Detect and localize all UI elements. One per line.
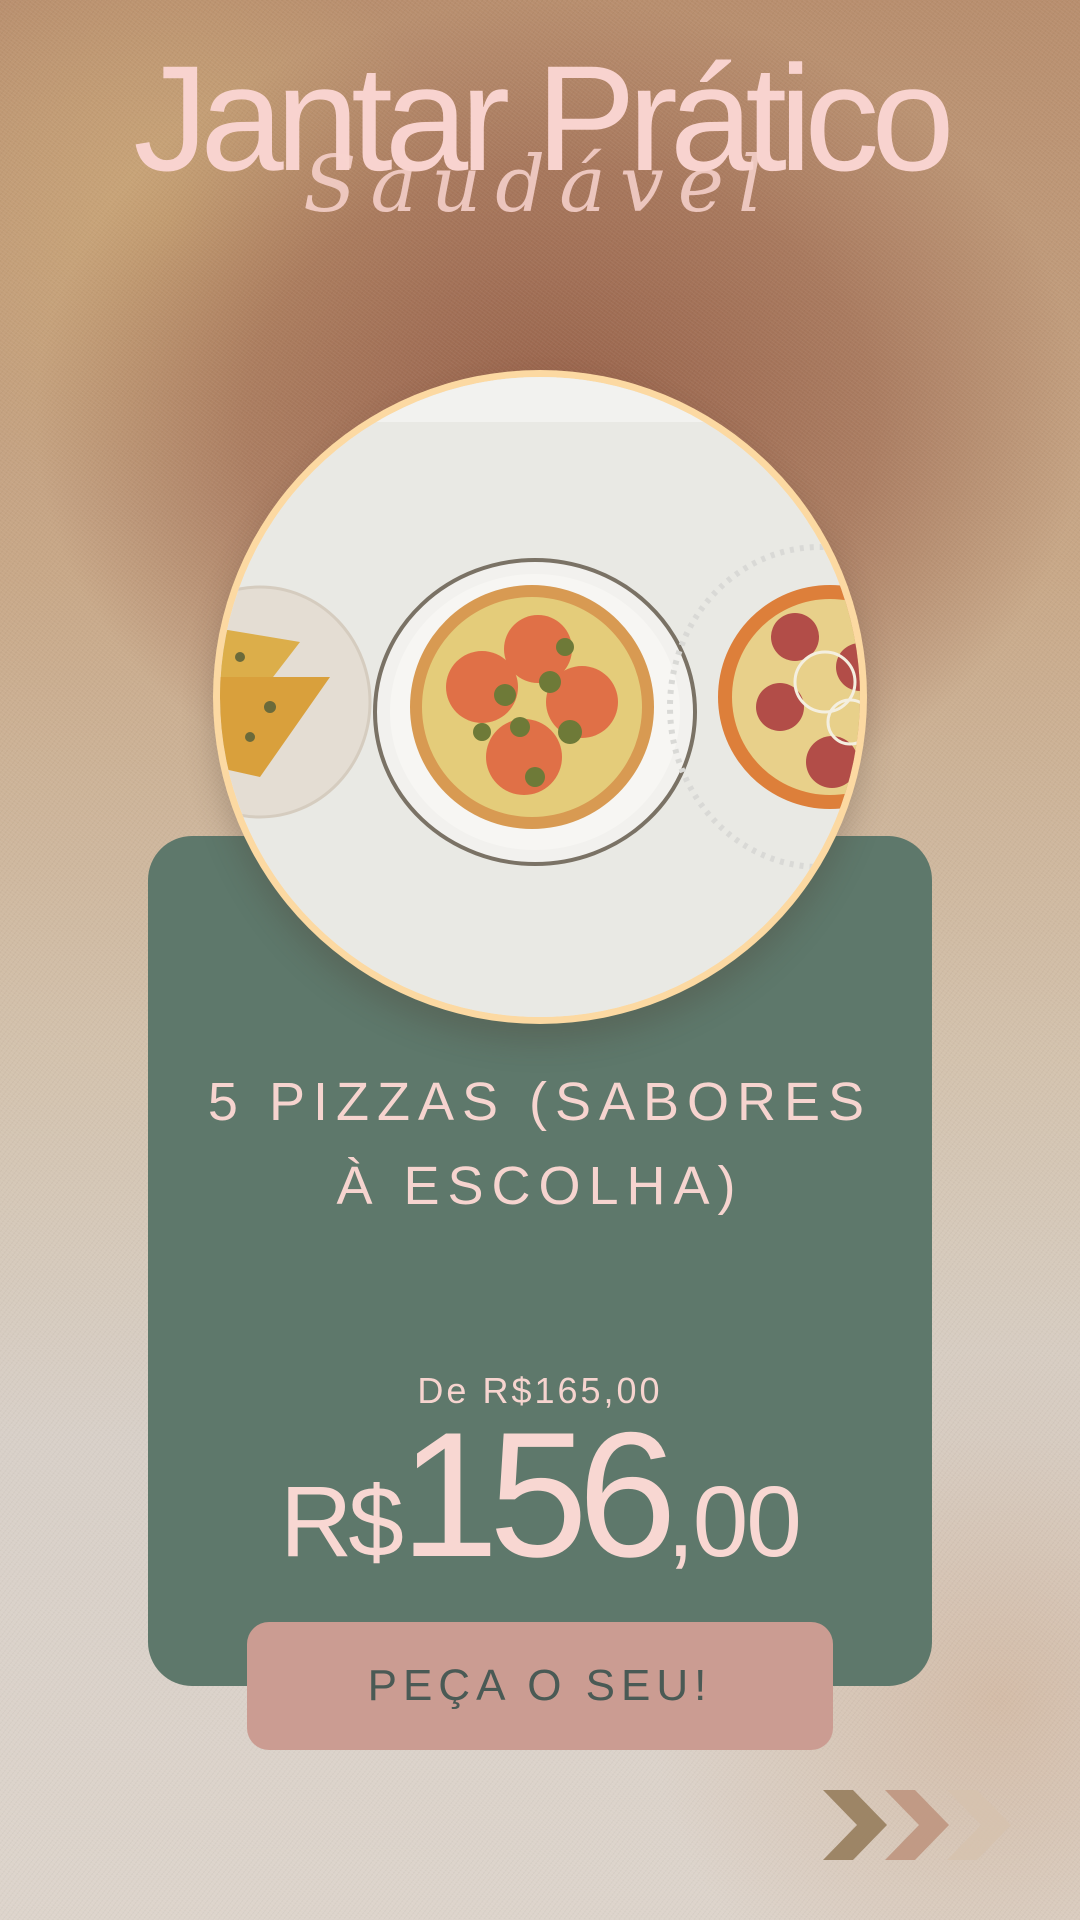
triple-chevron-right-icon[interactable] — [815, 1780, 1015, 1870]
order-button[interactable]: PEÇA O SEU! — [247, 1622, 833, 1750]
headline-line-2: À ESCOLHA) — [336, 1156, 744, 1216]
price-currency: R$ — [280, 1466, 404, 1578]
price-decimal: ,00 — [666, 1466, 802, 1578]
pizza-photo — [220, 377, 860, 1017]
product-headline: 5 PIZZAS (SABORES À ESCOLHA) — [148, 1060, 932, 1228]
headline-line-1: 5 PIZZAS (SABORES — [207, 1072, 873, 1132]
price-integer: 156 — [399, 1395, 677, 1594]
page-subtitle: Saudável — [303, 140, 777, 230]
current-price: R$156,00 — [148, 1405, 932, 1642]
